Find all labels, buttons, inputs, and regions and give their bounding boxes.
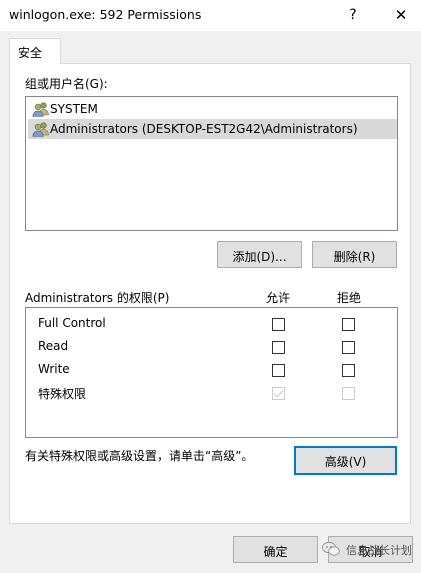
principal-row-administrators[interactable]: Administrators (DESKTOP-EST2G42\Administ… xyxy=(28,119,397,139)
ok-button[interactable]: 确定 xyxy=(233,536,318,563)
principals-list[interactable]: SYSTEM Administrators (DESKTOP-EST2G42\A… xyxy=(25,96,398,231)
principal-name: SYSTEM xyxy=(50,102,98,116)
window-title: winlogon.exe: 592 Permissions xyxy=(9,7,202,22)
allow-read-checkbox[interactable] xyxy=(272,341,285,354)
deny-column-header: 拒绝 xyxy=(337,291,362,305)
principal-name: Administrators (DESKTOP-EST2G42\Administ… xyxy=(50,122,358,136)
ok-button-label: 确定 xyxy=(263,545,288,559)
advanced-button[interactable]: 高级(V) xyxy=(294,446,397,475)
deny-read-checkbox[interactable] xyxy=(342,341,355,354)
permissions-dialog: winlogon.exe: 592 Permissions ? ✕ 安全 组或用… xyxy=(0,0,421,573)
permissions-list: Full Control Read Write 特殊权限 xyxy=(25,307,398,438)
help-button[interactable]: ? xyxy=(345,5,361,25)
chat-bubbles-icon xyxy=(322,541,340,556)
advanced-hint-text: 有关特殊权限或高级设置，请单击“高级”。 xyxy=(25,449,254,463)
permission-name: Read xyxy=(38,339,69,353)
title-bar: winlogon.exe: 592 Permissions ? ✕ xyxy=(0,0,421,31)
watermark: 信息战长计划 xyxy=(322,539,417,561)
allow-special-permissions-checkbox xyxy=(272,387,285,400)
principal-row-system[interactable]: SYSTEM xyxy=(28,99,397,119)
tab-security-label: 安全 xyxy=(18,46,43,60)
users-icon xyxy=(32,102,49,117)
permission-name: 特殊权限 xyxy=(38,387,87,401)
deny-full-control-checkbox[interactable] xyxy=(342,318,355,331)
permission-name: Full Control xyxy=(38,316,106,330)
close-button[interactable]: ✕ xyxy=(391,5,411,25)
remove-button-label: 删除(R) xyxy=(333,250,376,264)
permissions-label: Administrators 的权限(P) xyxy=(25,291,170,305)
users-icon xyxy=(32,122,49,137)
tab-security[interactable]: 安全 xyxy=(9,38,61,64)
permission-name: Write xyxy=(38,362,70,376)
advanced-button-label: 高级(V) xyxy=(324,455,367,469)
allow-write-checkbox[interactable] xyxy=(272,364,285,377)
remove-button[interactable]: 删除(R) xyxy=(312,241,397,268)
watermark-text: 信息战长计划 xyxy=(346,544,412,557)
deny-write-checkbox[interactable] xyxy=(342,364,355,377)
allow-column-header: 允许 xyxy=(266,291,291,305)
add-button[interactable]: 添加(D)... xyxy=(217,241,302,268)
allow-full-control-checkbox[interactable] xyxy=(272,318,285,331)
group-user-label: 组或用户名(G): xyxy=(25,77,108,91)
add-button-label: 添加(D)... xyxy=(232,250,287,264)
deny-special-permissions-checkbox xyxy=(342,387,355,400)
